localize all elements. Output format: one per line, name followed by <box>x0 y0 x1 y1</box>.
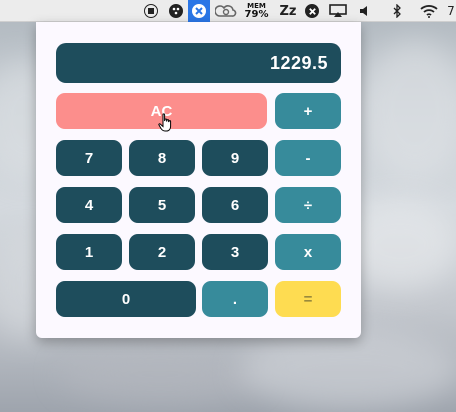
minus-button[interactable]: - <box>275 140 341 176</box>
one-button[interactable]: 1 <box>56 234 122 270</box>
plus-button[interactable]: + <box>275 93 341 129</box>
airplay-icon[interactable] <box>328 0 348 22</box>
bluetooth-icon[interactable] <box>390 0 404 22</box>
decimal-button[interactable]: . <box>202 281 268 317</box>
three-button[interactable]: 3 <box>202 234 268 270</box>
eight-button[interactable]: 8 <box>129 140 195 176</box>
dots-icon[interactable] <box>167 0 185 22</box>
memory-indicator[interactable]: MEM 79% <box>243 0 270 22</box>
creative-cloud-icon[interactable] <box>214 0 238 22</box>
zero-button[interactable]: 0 <box>56 281 196 317</box>
stop-icon[interactable] <box>143 0 159 22</box>
clock-partial[interactable]: 7 <box>446 0 456 22</box>
volume-icon[interactable] <box>357 0 371 22</box>
sleep-label: Zᴢ <box>279 3 297 19</box>
seven-button[interactable]: 7 <box>56 140 122 176</box>
four-button[interactable]: 4 <box>56 187 122 223</box>
calculator-app-icon[interactable] <box>188 0 210 22</box>
clock-partial-label: 7 <box>447 4 455 18</box>
sleep-indicator[interactable]: Zᴢ <box>278 0 298 22</box>
multiply-button[interactable]: x <box>275 234 341 270</box>
six-button[interactable]: 6 <box>202 187 268 223</box>
nine-button[interactable]: 9 <box>202 140 268 176</box>
wifi-icon[interactable] <box>418 0 440 22</box>
divide-button[interactable]: ÷ <box>275 187 341 223</box>
memory-value: 79% <box>244 9 269 20</box>
menu-bar: MEM 79% Zᴢ 7 <box>0 0 456 22</box>
calculator-popover: 1229.5 AC + 7 8 9 - 4 5 6 ÷ 1 2 3 x 0 . … <box>36 22 361 338</box>
calculator-display: 1229.5 <box>56 43 341 83</box>
hand-cursor-icon <box>158 113 174 133</box>
two-button[interactable]: 2 <box>129 234 195 270</box>
app-x-icon[interactable] <box>303 0 321 22</box>
five-button[interactable]: 5 <box>129 187 195 223</box>
equals-button[interactable]: = <box>275 281 341 317</box>
